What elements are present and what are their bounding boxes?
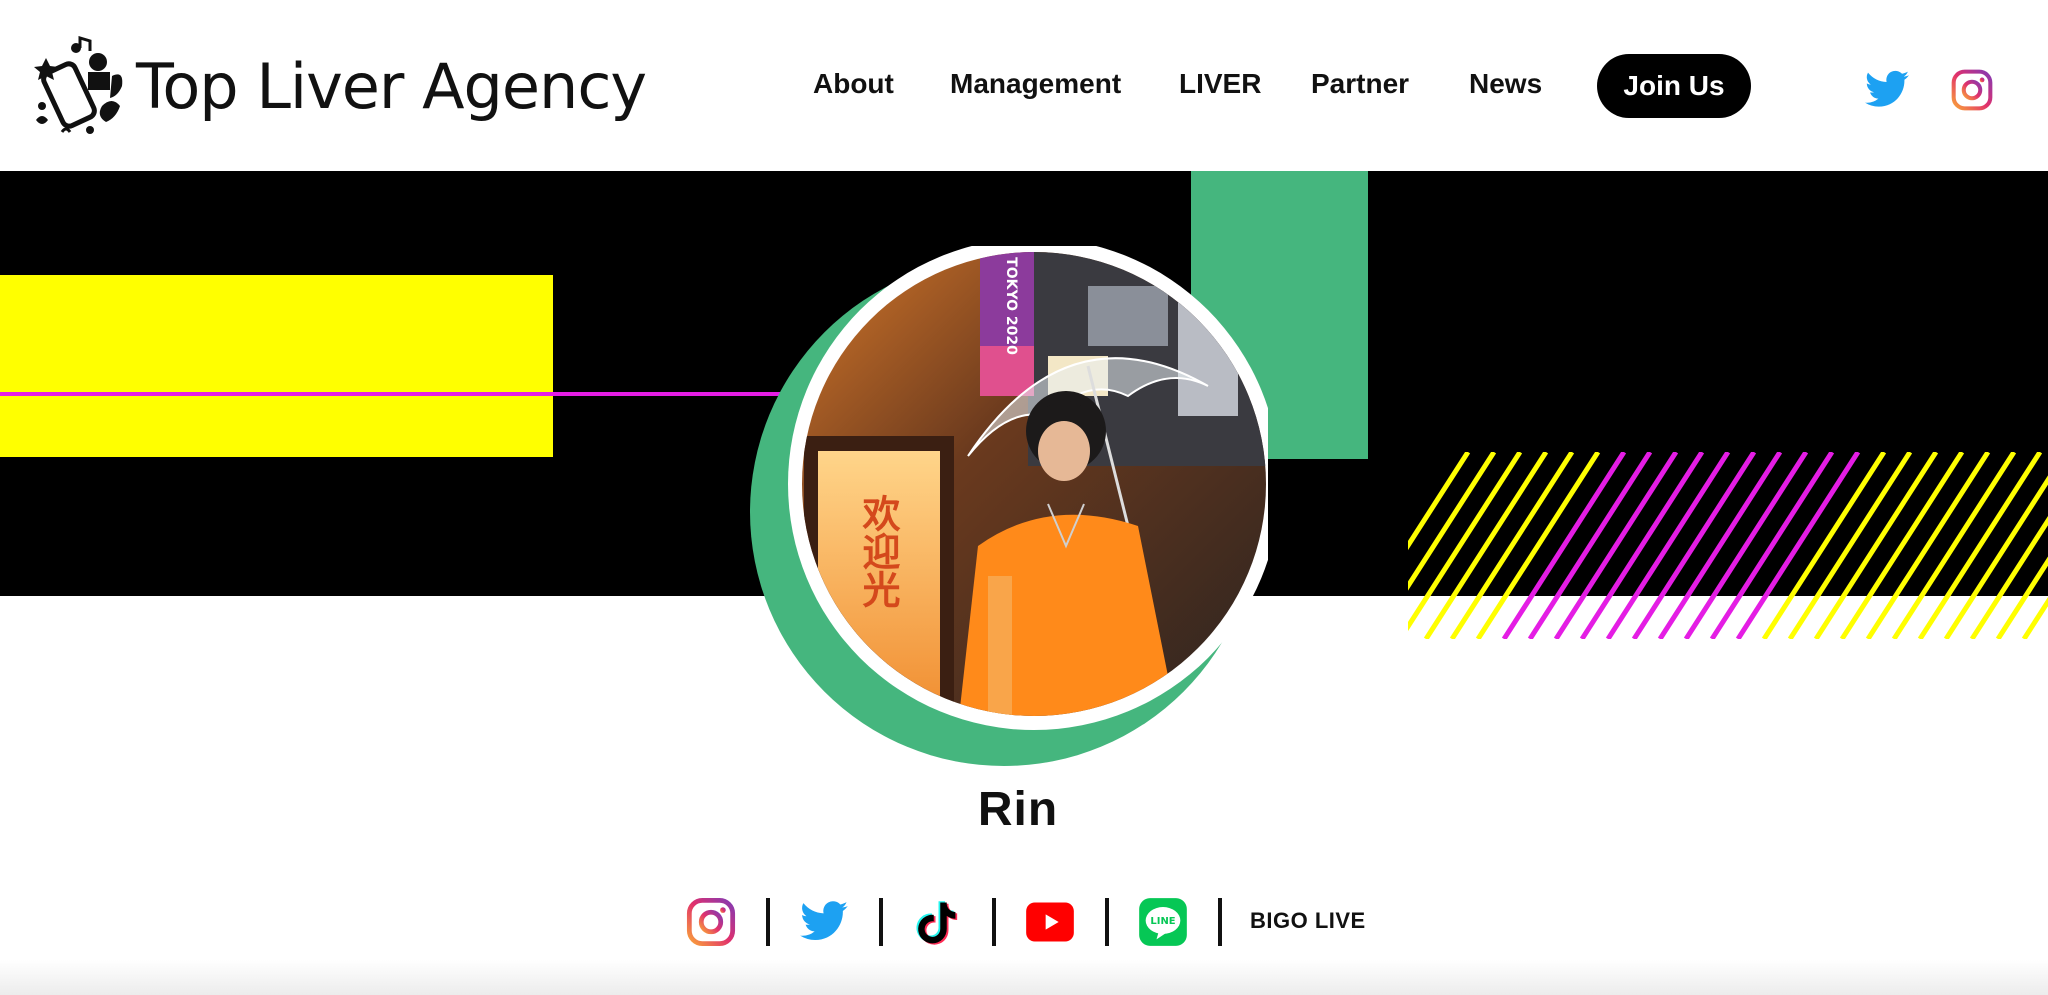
decor-yellow-block: [0, 275, 553, 457]
nav-news[interactable]: News: [1469, 68, 1542, 100]
separator: [1105, 898, 1109, 946]
nav-management[interactable]: Management: [950, 68, 1121, 100]
profile-avatar: TOKYO 2020 欢迎光: [748, 246, 1268, 766]
twitter-icon[interactable]: [1863, 66, 1911, 114]
separator: [879, 898, 883, 946]
instagram-icon[interactable]: [685, 896, 737, 948]
instagram-icon[interactable]: [1950, 68, 1994, 112]
photo-sign-text: 欢迎光: [856, 494, 901, 608]
bigo-live-link[interactable]: BIGO LIVE: [1250, 908, 1366, 934]
decor-stripes: [1408, 452, 2048, 639]
avatar-photo: TOKYO 2020 欢迎光: [750, 246, 1268, 766]
profile-name: Rin: [977, 783, 1059, 836]
site-header: Top Liver Agency About Management LIVER …: [0, 0, 2048, 171]
youtube-icon[interactable]: [1024, 896, 1076, 948]
profile-social-links: LINE BIGO LIVE: [0, 896, 2048, 948]
separator: [766, 898, 770, 946]
line-icon-label: LINE: [1150, 916, 1175, 927]
decor-magenta-line: [0, 392, 790, 396]
photo-banner-text: TOKYO 2020: [1003, 257, 1019, 355]
nav-partner[interactable]: Partner: [1311, 68, 1409, 100]
tiktok-icon[interactable]: [911, 896, 963, 948]
twitter-icon[interactable]: [798, 896, 850, 948]
nav-about[interactable]: About: [813, 68, 894, 100]
line-icon[interactable]: LINE: [1137, 896, 1189, 948]
nav-liver[interactable]: LIVER: [1179, 68, 1261, 100]
join-us-button[interactable]: Join Us: [1597, 54, 1751, 118]
separator: [1218, 898, 1222, 946]
separator: [992, 898, 996, 946]
page-bottom-fade: [0, 960, 2048, 995]
